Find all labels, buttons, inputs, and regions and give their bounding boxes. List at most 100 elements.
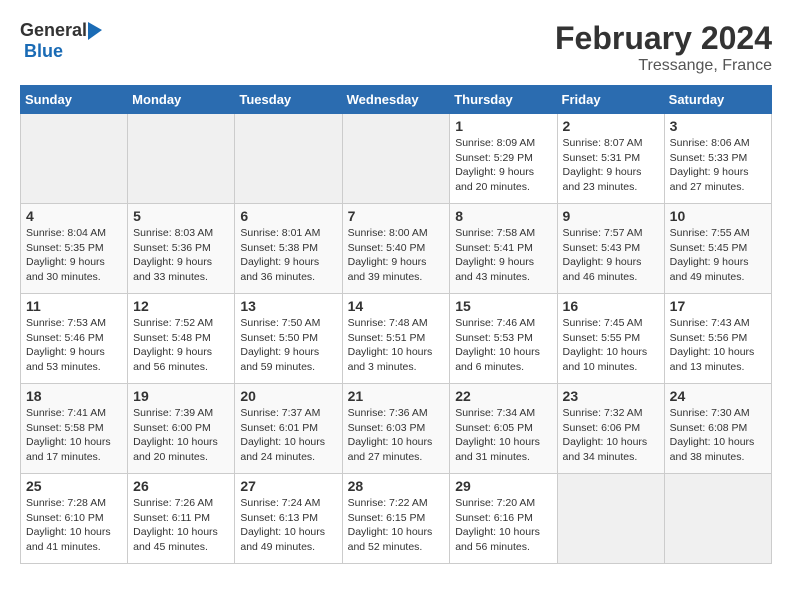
calendar-cell: 2 Sunrise: 8:07 AMSunset: 5:31 PMDaylight…	[557, 114, 664, 204]
day-info: Sunrise: 8:03 AMSunset: 5:36 PMDaylight:…	[133, 226, 229, 285]
day-info: Sunrise: 7:37 AMSunset: 6:01 PMDaylight:…	[240, 406, 336, 465]
day-number: 18	[26, 388, 122, 404]
day-info: Sunrise: 7:36 AMSunset: 6:03 PMDaylight:…	[348, 406, 445, 465]
day-info: Sunrise: 7:39 AMSunset: 6:00 PMDaylight:…	[133, 406, 229, 465]
calendar-cell: 27 Sunrise: 7:24 AMSunset: 6:13 PMDayligh…	[235, 474, 342, 564]
day-number: 29	[455, 478, 551, 494]
day-info: Sunrise: 7:28 AMSunset: 6:10 PMDaylight:…	[26, 496, 122, 555]
calendar-week-3: 11 Sunrise: 7:53 AMSunset: 5:46 PMDayligh…	[21, 294, 772, 384]
day-info: Sunrise: 8:07 AMSunset: 5:31 PMDaylight:…	[563, 136, 659, 195]
day-info: Sunrise: 7:57 AMSunset: 5:43 PMDaylight:…	[563, 226, 659, 285]
day-info: Sunrise: 7:41 AMSunset: 5:58 PMDaylight:…	[26, 406, 122, 465]
day-info: Sunrise: 7:50 AMSunset: 5:50 PMDaylight:…	[240, 316, 336, 375]
day-info: Sunrise: 7:53 AMSunset: 5:46 PMDaylight:…	[26, 316, 122, 375]
day-number: 10	[670, 208, 766, 224]
day-info: Sunrise: 8:00 AMSunset: 5:40 PMDaylight:…	[348, 226, 445, 285]
day-number: 3	[670, 118, 766, 134]
day-info: Sunrise: 7:22 AMSunset: 6:15 PMDaylight:…	[348, 496, 445, 555]
day-info: Sunrise: 7:43 AMSunset: 5:56 PMDaylight:…	[670, 316, 766, 375]
day-number: 14	[348, 298, 445, 314]
calendar-cell	[128, 114, 235, 204]
calendar-cell: 8 Sunrise: 7:58 AMSunset: 5:41 PMDaylight…	[450, 204, 557, 294]
weekday-header-wednesday: Wednesday	[342, 86, 450, 114]
calendar-cell: 29Sunrise: 7:20 AMSunset: 6:16 PMDayligh…	[450, 474, 557, 564]
weekday-header-monday: Monday	[128, 86, 235, 114]
day-info: Sunrise: 7:52 AMSunset: 5:48 PMDaylight:…	[133, 316, 229, 375]
calendar-cell	[21, 114, 128, 204]
day-number: 28	[348, 478, 445, 494]
day-number: 1	[455, 118, 551, 134]
calendar-cell: 23 Sunrise: 7:32 AMSunset: 6:06 PMDayligh…	[557, 384, 664, 474]
calendar-table: SundayMondayTuesdayWednesdayThursdayFrid…	[20, 85, 772, 564]
day-number: 20	[240, 388, 336, 404]
logo: General Blue	[20, 20, 104, 62]
calendar-week-1: 1 Sunrise: 8:09 AMSunset: 5:29 PMDaylight…	[21, 114, 772, 204]
calendar-cell: 14Sunrise: 7:48 AMSunset: 5:51 PMDayligh…	[342, 294, 450, 384]
day-number: 11	[26, 298, 122, 314]
day-number: 2	[563, 118, 659, 134]
day-number: 16	[563, 298, 659, 314]
day-info: Sunrise: 7:58 AMSunset: 5:41 PMDaylight:…	[455, 226, 551, 285]
calendar-cell: 28 Sunrise: 7:22 AMSunset: 6:15 PMDayligh…	[342, 474, 450, 564]
calendar-cell: 11 Sunrise: 7:53 AMSunset: 5:46 PMDayligh…	[21, 294, 128, 384]
weekday-header-friday: Friday	[557, 86, 664, 114]
calendar-cell: 1 Sunrise: 8:09 AMSunset: 5:29 PMDaylight…	[450, 114, 557, 204]
calendar-cell: 9 Sunrise: 7:57 AMSunset: 5:43 PMDaylight…	[557, 204, 664, 294]
calendar-cell: 17Sunrise: 7:43 AMSunset: 5:56 PMDayligh…	[664, 294, 771, 384]
calendar-cell: 13 Sunrise: 7:50 AMSunset: 5:50 PMDayligh…	[235, 294, 342, 384]
day-info: Sunrise: 8:04 AMSunset: 5:35 PMDaylight:…	[26, 226, 122, 285]
calendar-cell: 24Sunrise: 7:30 AMSunset: 6:08 PMDayligh…	[664, 384, 771, 474]
weekday-header-saturday: Saturday	[664, 86, 771, 114]
day-info: Sunrise: 7:32 AMSunset: 6:06 PMDaylight:…	[563, 406, 659, 465]
calendar-header-row: SundayMondayTuesdayWednesdayThursdayFrid…	[21, 86, 772, 114]
day-info: Sunrise: 8:09 AMSunset: 5:29 PMDaylight:…	[455, 136, 551, 195]
calendar-cell: 3 Sunrise: 8:06 AMSunset: 5:33 PMDaylight…	[664, 114, 771, 204]
day-number: 8	[455, 208, 551, 224]
calendar-cell: 12 Sunrise: 7:52 AMSunset: 5:48 PMDayligh…	[128, 294, 235, 384]
day-number: 25	[26, 478, 122, 494]
month-title: February 2024	[555, 20, 772, 57]
day-number: 12	[133, 298, 229, 314]
day-number: 13	[240, 298, 336, 314]
title-block: February 2024 Tressange, France	[555, 20, 772, 75]
calendar-cell: 25 Sunrise: 7:28 AMSunset: 6:10 PMDayligh…	[21, 474, 128, 564]
calendar-week-2: 4 Sunrise: 8:04 AMSunset: 5:35 PMDaylight…	[21, 204, 772, 294]
day-number: 19	[133, 388, 229, 404]
day-info: Sunrise: 7:24 AMSunset: 6:13 PMDaylight:…	[240, 496, 336, 555]
calendar-cell: 4 Sunrise: 8:04 AMSunset: 5:35 PMDaylight…	[21, 204, 128, 294]
day-number: 22	[455, 388, 551, 404]
day-number: 9	[563, 208, 659, 224]
calendar-cell: 15Sunrise: 7:46 AMSunset: 5:53 PMDayligh…	[450, 294, 557, 384]
calendar-cell: 22Sunrise: 7:34 AMSunset: 6:05 PMDayligh…	[450, 384, 557, 474]
page-header: General Blue February 2024 Tressange, Fr…	[20, 20, 772, 75]
logo-blue-text: Blue	[24, 41, 63, 61]
day-number: 4	[26, 208, 122, 224]
day-info: Sunrise: 7:26 AMSunset: 6:11 PMDaylight:…	[133, 496, 229, 555]
day-number: 5	[133, 208, 229, 224]
day-number: 27	[240, 478, 336, 494]
calendar-cell: 18 Sunrise: 7:41 AMSunset: 5:58 PMDayligh…	[21, 384, 128, 474]
weekday-header-tuesday: Tuesday	[235, 86, 342, 114]
calendar-cell	[342, 114, 450, 204]
day-number: 23	[563, 388, 659, 404]
day-number: 6	[240, 208, 336, 224]
calendar-cell: 26 Sunrise: 7:26 AMSunset: 6:11 PMDayligh…	[128, 474, 235, 564]
calendar-cell	[235, 114, 342, 204]
weekday-header-thursday: Thursday	[450, 86, 557, 114]
calendar-cell: 7 Sunrise: 8:00 AMSunset: 5:40 PMDaylight…	[342, 204, 450, 294]
day-info: Sunrise: 7:45 AMSunset: 5:55 PMDaylight:…	[563, 316, 659, 375]
day-info: Sunrise: 8:01 AMSunset: 5:38 PMDaylight:…	[240, 226, 336, 285]
calendar-cell: 19 Sunrise: 7:39 AMSunset: 6:00 PMDayligh…	[128, 384, 235, 474]
location-title: Tressange, France	[555, 57, 772, 75]
calendar-week-4: 18 Sunrise: 7:41 AMSunset: 5:58 PMDayligh…	[21, 384, 772, 474]
calendar-cell: 6 Sunrise: 8:01 AMSunset: 5:38 PMDaylight…	[235, 204, 342, 294]
day-info: Sunrise: 8:06 AMSunset: 5:33 PMDaylight:…	[670, 136, 766, 195]
day-number: 26	[133, 478, 229, 494]
day-info: Sunrise: 7:30 AMSunset: 6:08 PMDaylight:…	[670, 406, 766, 465]
calendar-cell: 21 Sunrise: 7:36 AMSunset: 6:03 PMDayligh…	[342, 384, 450, 474]
calendar-cell: 5 Sunrise: 8:03 AMSunset: 5:36 PMDaylight…	[128, 204, 235, 294]
day-number: 7	[348, 208, 445, 224]
day-info: Sunrise: 7:55 AMSunset: 5:45 PMDaylight:…	[670, 226, 766, 285]
day-number: 21	[348, 388, 445, 404]
calendar-cell	[557, 474, 664, 564]
